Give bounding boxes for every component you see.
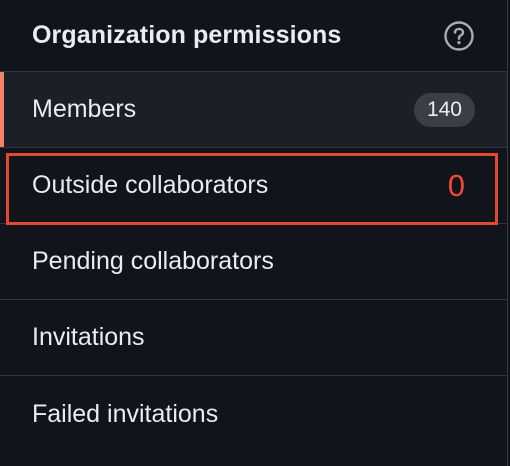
sidebar-item-pending-collaborators[interactable]: Pending collaborators [0,224,507,300]
outside-collaborators-count: 0 [447,167,465,203]
panel-header: Organization permissions [0,0,507,72]
selected-indicator [0,72,4,147]
panel-title: Organization permissions [32,21,342,49]
question-circle-icon[interactable] [443,20,475,52]
members-count-badge: 140 [413,92,475,127]
sidebar-item-outside-collaborators[interactable]: Outside collaborators 0 [0,148,507,224]
sidebar-item-members[interactable]: Members 140 [0,72,507,148]
sidebar-item-label: Invitations [32,323,145,351]
sidebar-item-failed-invitations[interactable]: Failed invitations [0,376,507,452]
sidebar-item-invitations[interactable]: Invitations [0,300,507,376]
sidebar-item-label: Outside collaborators [32,171,269,199]
sidebar-item-label: Members [32,95,137,123]
sidebar-item-label: Pending collaborators [32,247,274,275]
permissions-panel: Organization permissions Members 140 Out… [0,0,508,466]
sidebar-item-label: Failed invitations [32,399,219,428]
